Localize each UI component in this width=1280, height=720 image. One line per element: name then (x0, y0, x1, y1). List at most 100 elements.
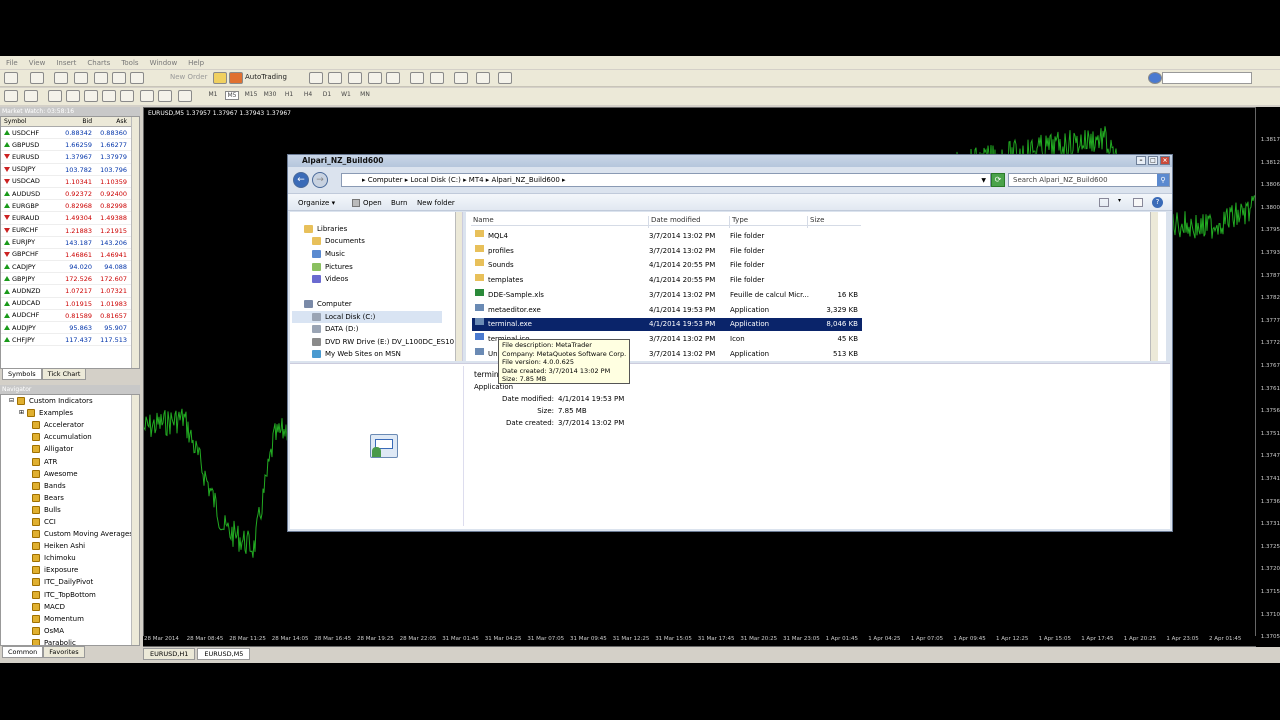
market-watch-row[interactable]: AUDNZD 1.07217 1.07321 (1, 285, 139, 298)
menu-help[interactable]: Help (188, 59, 204, 67)
nav-item[interactable]: Momentum (1, 613, 139, 625)
address-bar[interactable]: ▸ Computer ▸ Local Disk (C:) ▸ MT4 ▸ Alp… (341, 173, 991, 187)
view-options-icon[interactable] (1099, 198, 1109, 207)
tab-eurusd-m5[interactable]: EURUSD,M5 (197, 648, 251, 660)
new-folder-button[interactable]: New folder (417, 199, 455, 207)
nav-item[interactable]: ⊞ Examples (1, 407, 139, 419)
fibonacci-icon[interactable] (120, 90, 134, 102)
data-window-icon[interactable] (74, 72, 88, 84)
cursor-icon[interactable] (4, 90, 18, 102)
preview-pane-icon[interactable] (1133, 198, 1143, 207)
market-watch-row[interactable]: EURGBP 0.82968 0.82998 (1, 200, 139, 213)
tree-item-computer[interactable]: Computer (304, 298, 352, 310)
market-watch-row[interactable]: GBPCHF 1.46861 1.46941 (1, 249, 139, 262)
market-watch-row[interactable]: USDCAD 1.10341 1.10359 (1, 176, 139, 188)
market-watch-row[interactable]: AUDCAD 1.01915 1.01983 (1, 298, 139, 310)
burn-button[interactable]: Burn (391, 199, 407, 207)
tree-item-web[interactable]: My Web Sites on MSN (312, 348, 401, 360)
tree-item-library[interactable]: Libraries (304, 223, 347, 235)
tree-item-music[interactable]: Music (312, 248, 345, 260)
minimize-icon[interactable]: – (1136, 156, 1146, 165)
menu-window[interactable]: Window (150, 59, 178, 67)
nav-item[interactable]: Ichimoku (1, 552, 139, 564)
close-icon[interactable]: × (1160, 156, 1170, 165)
market-watch-row[interactable]: CHFJPY 117.437 117.513 (1, 334, 139, 347)
navigator-icon[interactable] (94, 72, 108, 84)
refresh-icon[interactable]: ⟳ (991, 173, 1005, 187)
tree-item-drive[interactable]: Local Disk (C:) (292, 311, 442, 323)
tree-scrollbar[interactable] (455, 212, 462, 361)
tree-item-videos[interactable]: Videos (312, 273, 348, 285)
expand-icon[interactable]: ⊞ (19, 407, 24, 419)
search-icon[interactable]: ⚲ (1157, 174, 1169, 186)
nav-item[interactable]: OsMA (1, 625, 139, 637)
market-watch-row[interactable]: AUDJPY 95.863 95.907 (1, 322, 139, 335)
tile-windows-icon[interactable] (410, 72, 424, 84)
file-row[interactable]: profiles 3/7/2014 13:02 PM File folder (472, 244, 862, 258)
equidistant-channel-icon[interactable] (102, 90, 116, 102)
market-watch-row[interactable]: AUDUSD 0.92372 0.92400 (1, 188, 139, 201)
zoom-out-icon[interactable] (386, 72, 400, 84)
market-watch-row[interactable]: GBPUSD 1.66259 1.66277 (1, 139, 139, 152)
new-order-button[interactable]: New Order (170, 73, 207, 81)
nav-item[interactable]: MACD (1, 601, 139, 613)
trendline-icon[interactable] (84, 90, 98, 102)
terminal-icon[interactable] (112, 72, 126, 84)
candlestick-icon[interactable] (328, 72, 342, 84)
horizontal-line-icon[interactable] (66, 90, 80, 102)
market-watch-row[interactable]: USDJPY 103.782 103.796 (1, 164, 139, 176)
nav-item[interactable]: Awesome (1, 468, 139, 480)
market-watch-row[interactable]: CADJPY 94.020 94.088 (1, 261, 139, 274)
nav-item[interactable]: Parabolic (1, 637, 139, 645)
col-date-modified[interactable]: Date modified (648, 216, 701, 228)
menu-tools[interactable]: Tools (121, 59, 138, 67)
text-label-icon[interactable] (158, 90, 172, 102)
tab-symbols[interactable]: Symbols (2, 368, 42, 380)
autotrading-button[interactable]: AutoTrading (245, 73, 287, 81)
market-watch-row[interactable]: EURCHF 1.21883 1.21915 (1, 225, 139, 237)
tree-item-drive[interactable]: DATA (D:) (312, 323, 358, 335)
market-watch-row[interactable]: AUDCHF 0.81589 0.81657 (1, 310, 139, 322)
tree-item-documents[interactable]: Documents (312, 235, 365, 247)
crosshair-icon[interactable] (24, 90, 38, 102)
nav-item[interactable]: Accumulation (1, 431, 139, 443)
profiles-icon[interactable] (30, 72, 44, 84)
nav-item[interactable]: Alligator (1, 443, 139, 455)
organize-button[interactable]: Organize ▾ (298, 199, 335, 207)
nav-item[interactable]: CCI (1, 516, 139, 528)
timeframe-m5[interactable]: M5 (225, 91, 239, 100)
help-icon[interactable]: ? (1152, 197, 1163, 208)
zoom-in-icon[interactable] (368, 72, 382, 84)
templates-icon[interactable] (498, 72, 512, 84)
market-watch-row[interactable]: USDCHF 0.88342 0.88360 (1, 127, 139, 140)
indicators-icon[interactable] (454, 72, 468, 84)
market-watch-scrollbar[interactable] (131, 117, 139, 368)
file-row[interactable]: metaeditor.exe 4/1/2014 19:53 PM Applicati… (472, 303, 862, 317)
timeframe-h4[interactable]: H4 (301, 91, 315, 98)
bar-chart-icon[interactable] (309, 72, 323, 84)
timeframe-mn[interactable]: MN (358, 91, 372, 98)
chart-shift-icon[interactable] (430, 72, 444, 84)
nav-item[interactable]: Accelerator (1, 419, 139, 431)
menu-view[interactable]: View (29, 59, 46, 67)
nav-item[interactable]: Heiken Ashi (1, 540, 139, 552)
tab-common[interactable]: Common (2, 646, 44, 658)
line-chart-icon[interactable] (348, 72, 362, 84)
nav-item[interactable]: ATR (1, 455, 139, 467)
autotrading-icon[interactable] (229, 72, 243, 84)
menu-file[interactable]: File (6, 59, 18, 67)
navigator-scrollbar[interactable] (131, 395, 139, 645)
timeframe-m15[interactable]: M15 (244, 91, 258, 98)
address-dropdown-icon[interactable]: ▼ (981, 174, 986, 187)
timeframe-m30[interactable]: M30 (263, 91, 277, 98)
maximize-icon[interactable]: □ (1148, 156, 1158, 165)
menu-charts[interactable]: Charts (87, 59, 110, 67)
back-icon[interactable]: ← (293, 172, 309, 188)
col-name[interactable]: Name (471, 216, 494, 228)
market-watch-icon[interactable] (54, 72, 68, 84)
col-type[interactable]: Type (729, 216, 748, 228)
nav-item[interactable]: Custom Moving Averages (1, 528, 139, 540)
timeframe-d1[interactable]: D1 (320, 91, 334, 98)
col-ask[interactable]: Ask (92, 117, 127, 126)
nav-item[interactable]: iExposure (1, 564, 139, 576)
